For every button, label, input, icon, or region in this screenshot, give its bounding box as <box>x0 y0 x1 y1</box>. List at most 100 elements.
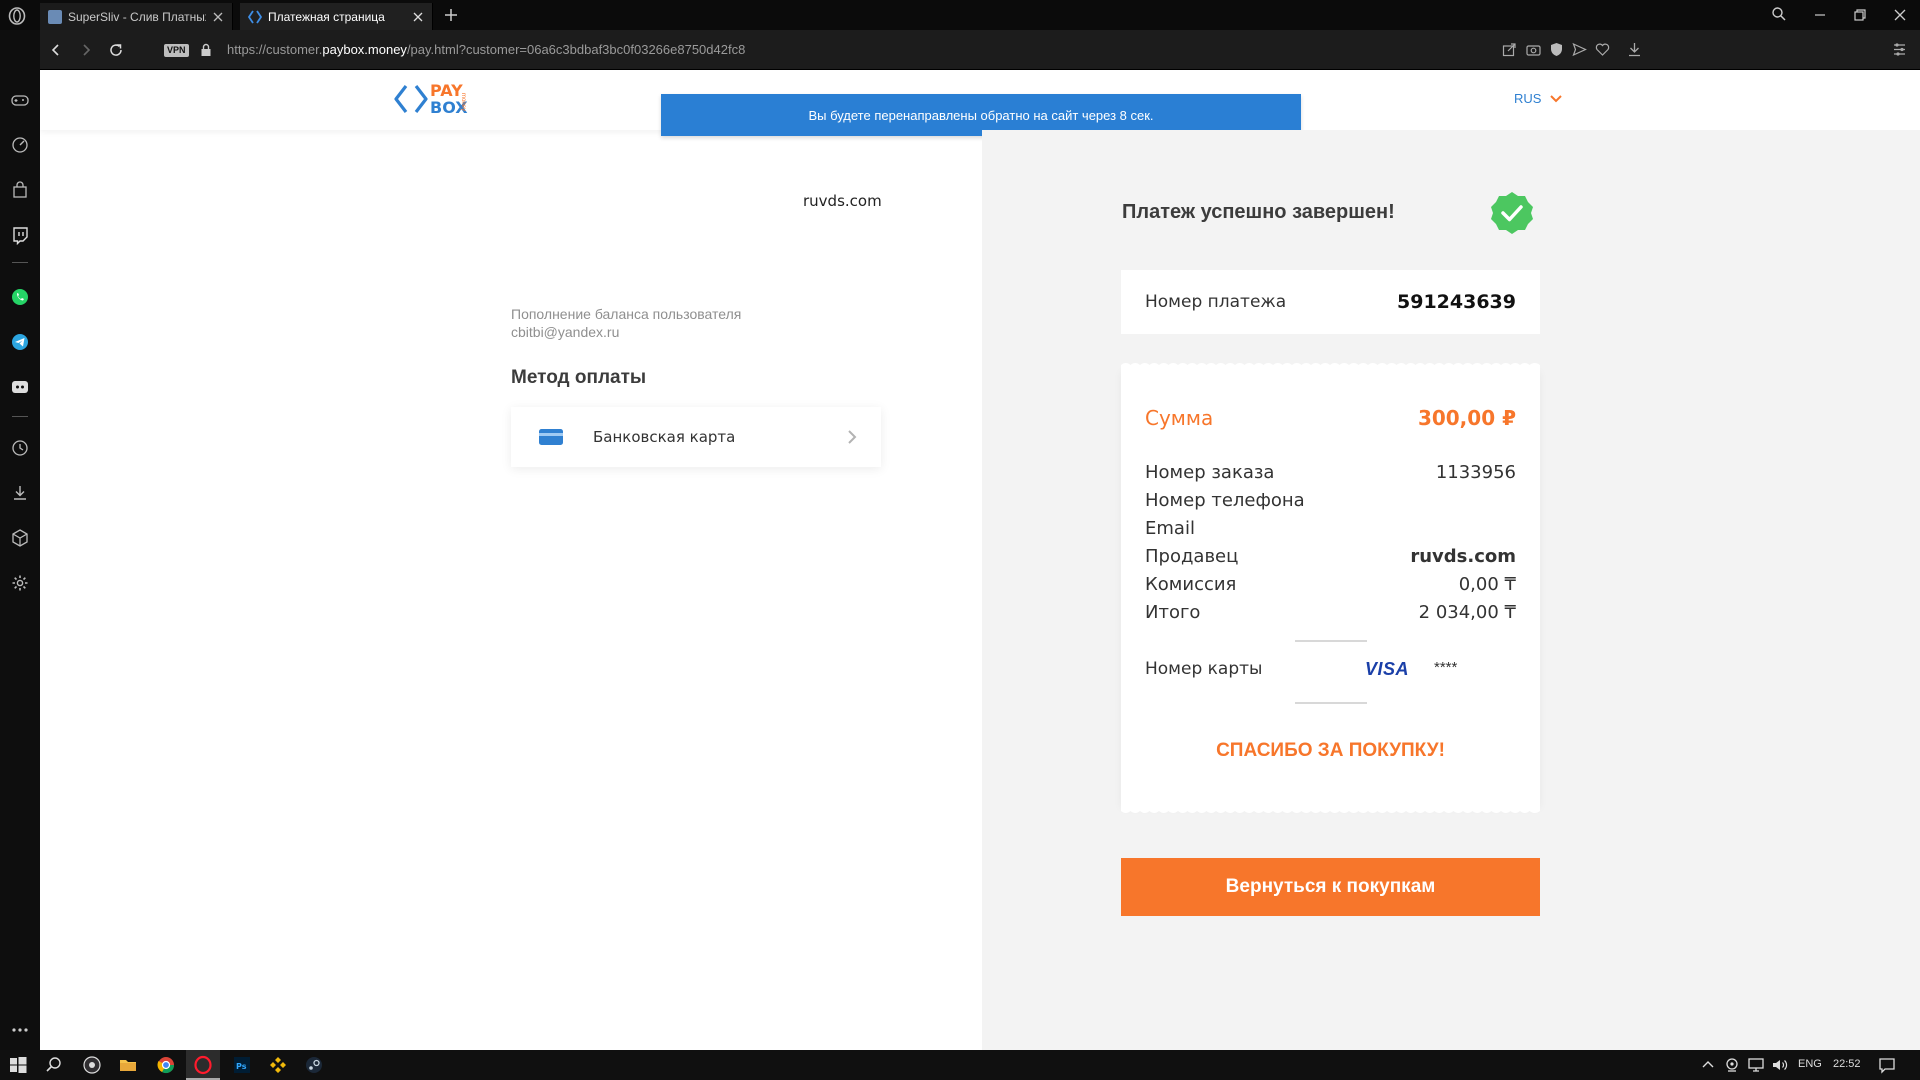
site-favicon-icon <box>48 9 62 24</box>
language-selector[interactable]: RUS <box>1514 91 1563 106</box>
payment-number-card: Номер платежа 591243639 <box>1121 270 1540 334</box>
merchant-name: ruvds.com <box>803 192 882 210</box>
detail-value: ruvds.com <box>1410 546 1516 567</box>
restore-icon[interactable] <box>1853 8 1867 22</box>
detail-label: Продавец <box>1145 546 1239 567</box>
gamepad-icon[interactable] <box>10 90 30 110</box>
payment-number-label: Номер платежа <box>1145 292 1287 312</box>
back-icon[interactable] <box>48 42 64 58</box>
input-language[interactable]: ENG <box>1798 1058 1822 1070</box>
search-icon[interactable] <box>44 1055 64 1075</box>
chrome-icon[interactable] <box>156 1055 176 1075</box>
browser-tab-bar: SuperSliv - Слив Платных Платежная стран… <box>0 0 1920 30</box>
heart-icon[interactable] <box>1595 42 1610 57</box>
new-tab-icon[interactable] <box>443 7 459 23</box>
shopping-bag-icon[interactable] <box>10 180 30 200</box>
speed-dial-icon[interactable] <box>10 135 30 155</box>
details-row-email: Email <box>1145 518 1516 539</box>
amount-row: Сумма 300,00 ₽ <box>1145 406 1516 430</box>
twitch-icon[interactable] <box>10 225 30 245</box>
vpn-badge[interactable]: VPN <box>164 44 189 57</box>
photoshop-icon[interactable]: Ps <box>232 1055 252 1075</box>
reload-icon[interactable] <box>108 42 124 58</box>
forward-icon[interactable] <box>78 42 94 58</box>
logo-money-text: money <box>460 93 466 112</box>
discord-icon[interactable] <box>10 377 30 397</box>
tab-title: SuperSliv - Слив Платных <box>68 9 206 24</box>
clock[interactable]: 22:52 <box>1833 1058 1861 1070</box>
send-icon[interactable] <box>1572 42 1587 57</box>
url-field[interactable]: https://customer.paybox.money/pay.html?c… <box>227 42 745 58</box>
success-title: Платеж успешно завершен! <box>1122 201 1395 223</box>
receipt-bottom-edge <box>1121 806 1540 813</box>
url-prefix: https://customer. <box>227 42 323 57</box>
tab-payment-page[interactable]: Платежная страница <box>240 3 433 30</box>
return-to-shopping-button[interactable]: Вернуться к покупкам <box>1121 858 1540 916</box>
share-icon[interactable] <box>1502 42 1517 57</box>
url-path: /pay.html?customer=06a6c3bdbaf3bc0f03266… <box>406 42 746 57</box>
whatsapp-icon[interactable] <box>10 287 30 307</box>
shield-icon[interactable] <box>1549 42 1564 57</box>
camera-icon[interactable] <box>1526 42 1541 57</box>
notifications-icon[interactable] <box>1877 1055 1897 1075</box>
download-icon[interactable] <box>1627 42 1642 57</box>
amount-value: 300,00 ₽ <box>1417 406 1516 430</box>
close-tab-icon[interactable] <box>212 11 224 23</box>
card-divider-top <box>1295 640 1367 642</box>
network-tray-icon[interactable] <box>1746 1055 1766 1075</box>
paybox-logo[interactable]: PAY BOX money <box>394 82 489 116</box>
card-number-label: Номер карты <box>1145 659 1263 679</box>
opera-menu-icon[interactable] <box>8 7 26 25</box>
lock-icon[interactable] <box>200 43 212 57</box>
payment-method-bank-card[interactable]: Банковская карта <box>511 407 881 467</box>
tray-expand-icon[interactable] <box>1698 1055 1718 1075</box>
card-divider-bottom <box>1295 702 1367 704</box>
tab-supersliv[interactable]: SuperSliv - Слив Платных <box>40 3 233 30</box>
volume-tray-icon[interactable] <box>1770 1055 1790 1075</box>
url-domain: paybox.money <box>322 42 407 57</box>
detail-label: Email <box>1145 518 1195 539</box>
svg-text:Ps: Ps <box>236 1062 247 1071</box>
receipt-card: Сумма 300,00 ₽ Номер заказа 1133956 Номе… <box>1121 363 1540 813</box>
details-row-total: Итого 2 034,00 ₸ <box>1145 602 1516 623</box>
paybox-logo-mark-icon <box>394 85 428 113</box>
visa-logo-icon: VISA <box>1365 659 1410 679</box>
steam-icon[interactable] <box>304 1055 324 1075</box>
opera-icon[interactable] <box>193 1055 213 1075</box>
detail-value: 2 034,00 ₸ <box>1418 602 1516 623</box>
detail-label: Номер заказа <box>1145 462 1275 483</box>
downloads-icon[interactable] <box>10 483 30 503</box>
return-button-label: Вернуться к покупкам <box>1225 876 1436 897</box>
obs-icon[interactable] <box>82 1055 102 1075</box>
more-options-icon[interactable] <box>10 1020 30 1040</box>
logo-pay-text: PAY <box>430 81 463 100</box>
redirect-notice-text: Вы будете перенаправлены обратно на сайт… <box>808 107 1154 123</box>
binance-icon[interactable] <box>268 1055 288 1075</box>
detail-value: 0,00 ₸ <box>1458 574 1516 595</box>
card-number-mask: **** <box>1434 659 1458 676</box>
amount-label: Сумма <box>1145 406 1214 430</box>
history-icon[interactable] <box>10 438 30 458</box>
settings-gear-icon[interactable] <box>10 573 30 593</box>
windows-start-icon[interactable] <box>8 1055 28 1075</box>
webcam-tray-icon[interactable] <box>1722 1055 1742 1075</box>
detail-label: Номер телефона <box>1145 490 1305 511</box>
paybox-favicon-icon <box>248 10 262 24</box>
thanks-message: СПАСИБО ЗА ПОКУПКУ! <box>1216 740 1445 761</box>
chevron-right-icon <box>847 429 857 445</box>
easy-setup-icon[interactable] <box>1892 42 1907 57</box>
address-toolbar: VPN https://customer.paybox.money/pay.ht… <box>40 30 1920 70</box>
browser-sidebar <box>0 30 40 1050</box>
description-email: cbitbi@yandex.ru <box>511 324 620 340</box>
close-window-icon[interactable] <box>1893 8 1907 22</box>
minimize-icon[interactable] <box>1813 8 1827 22</box>
close-tab-icon[interactable] <box>412 11 424 23</box>
credit-card-icon <box>539 428 563 446</box>
extensions-icon[interactable] <box>10 528 30 548</box>
payment-description: Пополнение баланса пользователя cbitbi@y… <box>511 305 741 341</box>
details-row-phone: Номер телефона <box>1145 490 1516 511</box>
file-explorer-icon[interactable] <box>118 1055 138 1075</box>
search-tabs-icon[interactable] <box>1771 6 1787 22</box>
details-row-seller: Продавец ruvds.com <box>1145 546 1516 567</box>
telegram-icon[interactable] <box>10 332 30 352</box>
